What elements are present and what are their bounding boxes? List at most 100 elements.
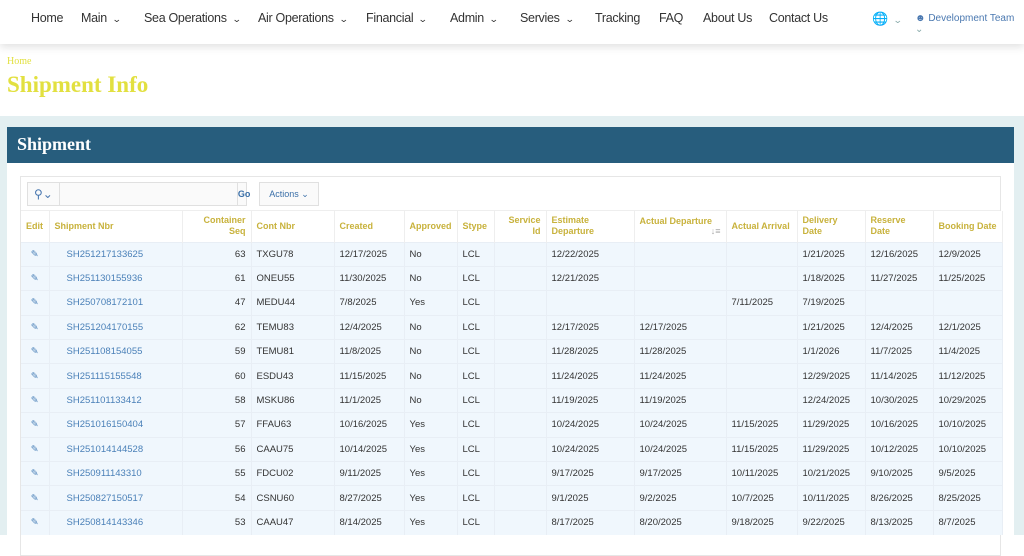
col-shipment-nbr[interactable]: Shipment Nbr — [49, 211, 183, 242]
nav-home[interactable]: Home — [31, 11, 63, 25]
user-icon: ☻ — [915, 13, 929, 24]
edit-icon[interactable]: ✎ — [21, 314, 50, 340]
cell-container-seq: 62 — [182, 314, 252, 340]
shipment-link[interactable]: SH251204170155 — [49, 314, 183, 340]
shipment-link[interactable]: SH251108154055 — [49, 339, 183, 364]
cell-booking-date — [933, 290, 1003, 316]
edit-icon[interactable]: ✎ — [21, 290, 50, 316]
cell-actual-departure: 11/28/2025 — [634, 339, 727, 364]
edit-icon[interactable]: ✎ — [21, 339, 50, 364]
chevron-down-icon: ⌄ — [111, 14, 122, 24]
shipment-link[interactable]: SH250708172101 — [49, 290, 183, 316]
shipment-link[interactable]: SH250827150517 — [49, 485, 183, 511]
nav-servies[interactable]: Servies ⌄ — [520, 11, 574, 25]
edit-icon[interactable]: ✎ — [21, 241, 50, 267]
cell-container-seq: 56 — [182, 436, 252, 462]
cell-approved: Yes — [404, 436, 458, 462]
table-row: ✎ SH250814143346 53 CAAU47 8/14/2025 Yes LCL 8/… — [21, 509, 1003, 535]
cell-cont-nbr: TEMU83 — [251, 314, 335, 340]
cell-booking-date: 10/10/2025 — [933, 436, 1003, 462]
cell-service-id — [494, 241, 547, 267]
col-booking-date[interactable]: Booking Date — [933, 211, 1003, 242]
cell-stype: LCL — [457, 461, 495, 486]
cell-estimate-departure: 12/21/2025 — [546, 265, 635, 291]
col-actual-arrival[interactable]: Actual Arrival — [726, 211, 798, 242]
cell-estimate-departure: 10/24/2025 — [546, 412, 635, 438]
cell-booking-date: 8/25/2025 — [933, 485, 1003, 511]
search-bar: ⚲⌄ Go — [27, 182, 250, 206]
cell-stype: LCL — [457, 509, 495, 535]
edit-icon[interactable]: ✎ — [21, 509, 50, 535]
shipment-link[interactable]: SH251016150404 — [49, 412, 183, 438]
edit-icon[interactable]: ✎ — [21, 412, 50, 438]
col-delivery-date[interactable]: Delivery Date — [797, 211, 866, 242]
cell-actual-departure: 9/2/2025 — [634, 485, 727, 511]
cell-booking-date: 11/12/2025 — [933, 363, 1003, 389]
shipment-link[interactable]: SH251130155936 — [49, 265, 183, 291]
col-reserve-date[interactable]: Reserve Date — [865, 211, 934, 242]
cell-reserve-date: 8/13/2025 — [865, 509, 934, 535]
nav-faq[interactable]: FAQ — [659, 11, 683, 25]
nav-air-operations[interactable]: Air Operations ⌄ — [258, 11, 348, 25]
cell-stype: LCL — [457, 485, 495, 511]
cell-stype: LCL — [457, 412, 495, 438]
cell-approved: Yes — [404, 412, 458, 438]
cell-stype: LCL — [457, 290, 495, 316]
nav-admin[interactable]: Admin ⌄ — [450, 11, 499, 25]
col-edit[interactable]: Edit — [21, 211, 50, 242]
cell-stype: LCL — [457, 363, 495, 389]
nav-contact-us[interactable]: Contact Us — [769, 11, 828, 25]
shipment-link[interactable]: SH251217133625 — [49, 241, 183, 267]
nav-financial[interactable]: Financial ⌄ — [366, 11, 428, 25]
table-row: ✎ SH250708172101 47 MEDU44 7/8/2025 Yes LCL 7/1… — [21, 290, 1003, 316]
col-stype[interactable]: Stype — [457, 211, 495, 242]
cell-booking-date: 12/1/2025 — [933, 314, 1003, 340]
shipment-link[interactable]: SH250814143346 — [49, 509, 183, 535]
edit-icon[interactable]: ✎ — [21, 363, 50, 389]
edit-icon[interactable]: ✎ — [21, 436, 50, 462]
chevron-down-icon: ⌄ — [231, 14, 242, 24]
cell-created: 11/30/2025 — [334, 265, 405, 291]
col-container-seq[interactable]: Container Seq — [182, 211, 252, 242]
col-created[interactable]: Created — [334, 211, 405, 242]
col-service-id[interactable]: Service Id — [494, 211, 547, 242]
search-icon[interactable]: ⚲⌄ — [28, 183, 60, 205]
edit-icon[interactable]: ✎ — [21, 265, 50, 291]
cell-actual-arrival — [726, 241, 798, 267]
edit-icon[interactable]: ✎ — [21, 485, 50, 511]
edit-icon[interactable]: ✎ — [21, 387, 50, 413]
col-actual-departure[interactable]: Actual Departure ↓≡ — [634, 211, 727, 242]
nav-main[interactable]: Main ⌄ — [81, 11, 122, 25]
cell-stype: LCL — [457, 265, 495, 291]
shipment-link[interactable]: SH251014144528 — [49, 436, 183, 462]
cell-actual-arrival: 10/7/2025 — [726, 485, 798, 511]
cell-service-id — [494, 485, 547, 511]
cell-created: 8/14/2025 — [334, 509, 405, 535]
shipment-panel: Shipment ⚲⌄ Go Actions ⌄ Edit Shipment Nb… — [7, 127, 1014, 556]
cell-actual-arrival — [726, 387, 798, 413]
cell-actual-departure: 10/24/2025 — [634, 412, 727, 438]
cell-reserve-date: 10/30/2025 — [865, 387, 934, 413]
shipment-link[interactable]: SH251101133412 — [49, 387, 183, 413]
cell-actual-departure: 11/24/2025 — [634, 363, 727, 389]
shipment-link[interactable]: SH251115155548 — [49, 363, 183, 389]
globe-icon[interactable]: 🌐 ⌄ — [872, 11, 903, 27]
sort-icon[interactable]: ↓≡ — [711, 226, 721, 237]
cell-actual-departure: 10/24/2025 — [634, 436, 727, 462]
search-input[interactable] — [59, 183, 237, 205]
col-cont-nbr[interactable]: Cont Nbr — [251, 211, 335, 242]
cell-created: 8/27/2025 — [334, 485, 405, 511]
cell-delivery-date: 1/18/2025 — [797, 265, 866, 291]
edit-icon[interactable]: ✎ — [21, 461, 50, 486]
actions-button[interactable]: Actions ⌄ — [259, 182, 319, 206]
cell-booking-date: 10/10/2025 — [933, 412, 1003, 438]
col-estimate-departure[interactable]: Estimate Departure — [546, 211, 635, 242]
go-button[interactable]: Go — [236, 183, 250, 205]
col-approved[interactable]: Approved — [404, 211, 458, 242]
nav-tracking[interactable]: Tracking — [595, 11, 640, 25]
nav-sea-operations[interactable]: Sea Operations ⌄ — [144, 11, 242, 25]
shipment-link[interactable]: SH250911143310 — [49, 461, 183, 486]
breadcrumb-home[interactable]: Home — [7, 56, 31, 67]
user-menu[interactable]: ☻ Development Team ⌄ — [915, 13, 1024, 35]
nav-about-us[interactable]: About Us — [703, 11, 752, 25]
